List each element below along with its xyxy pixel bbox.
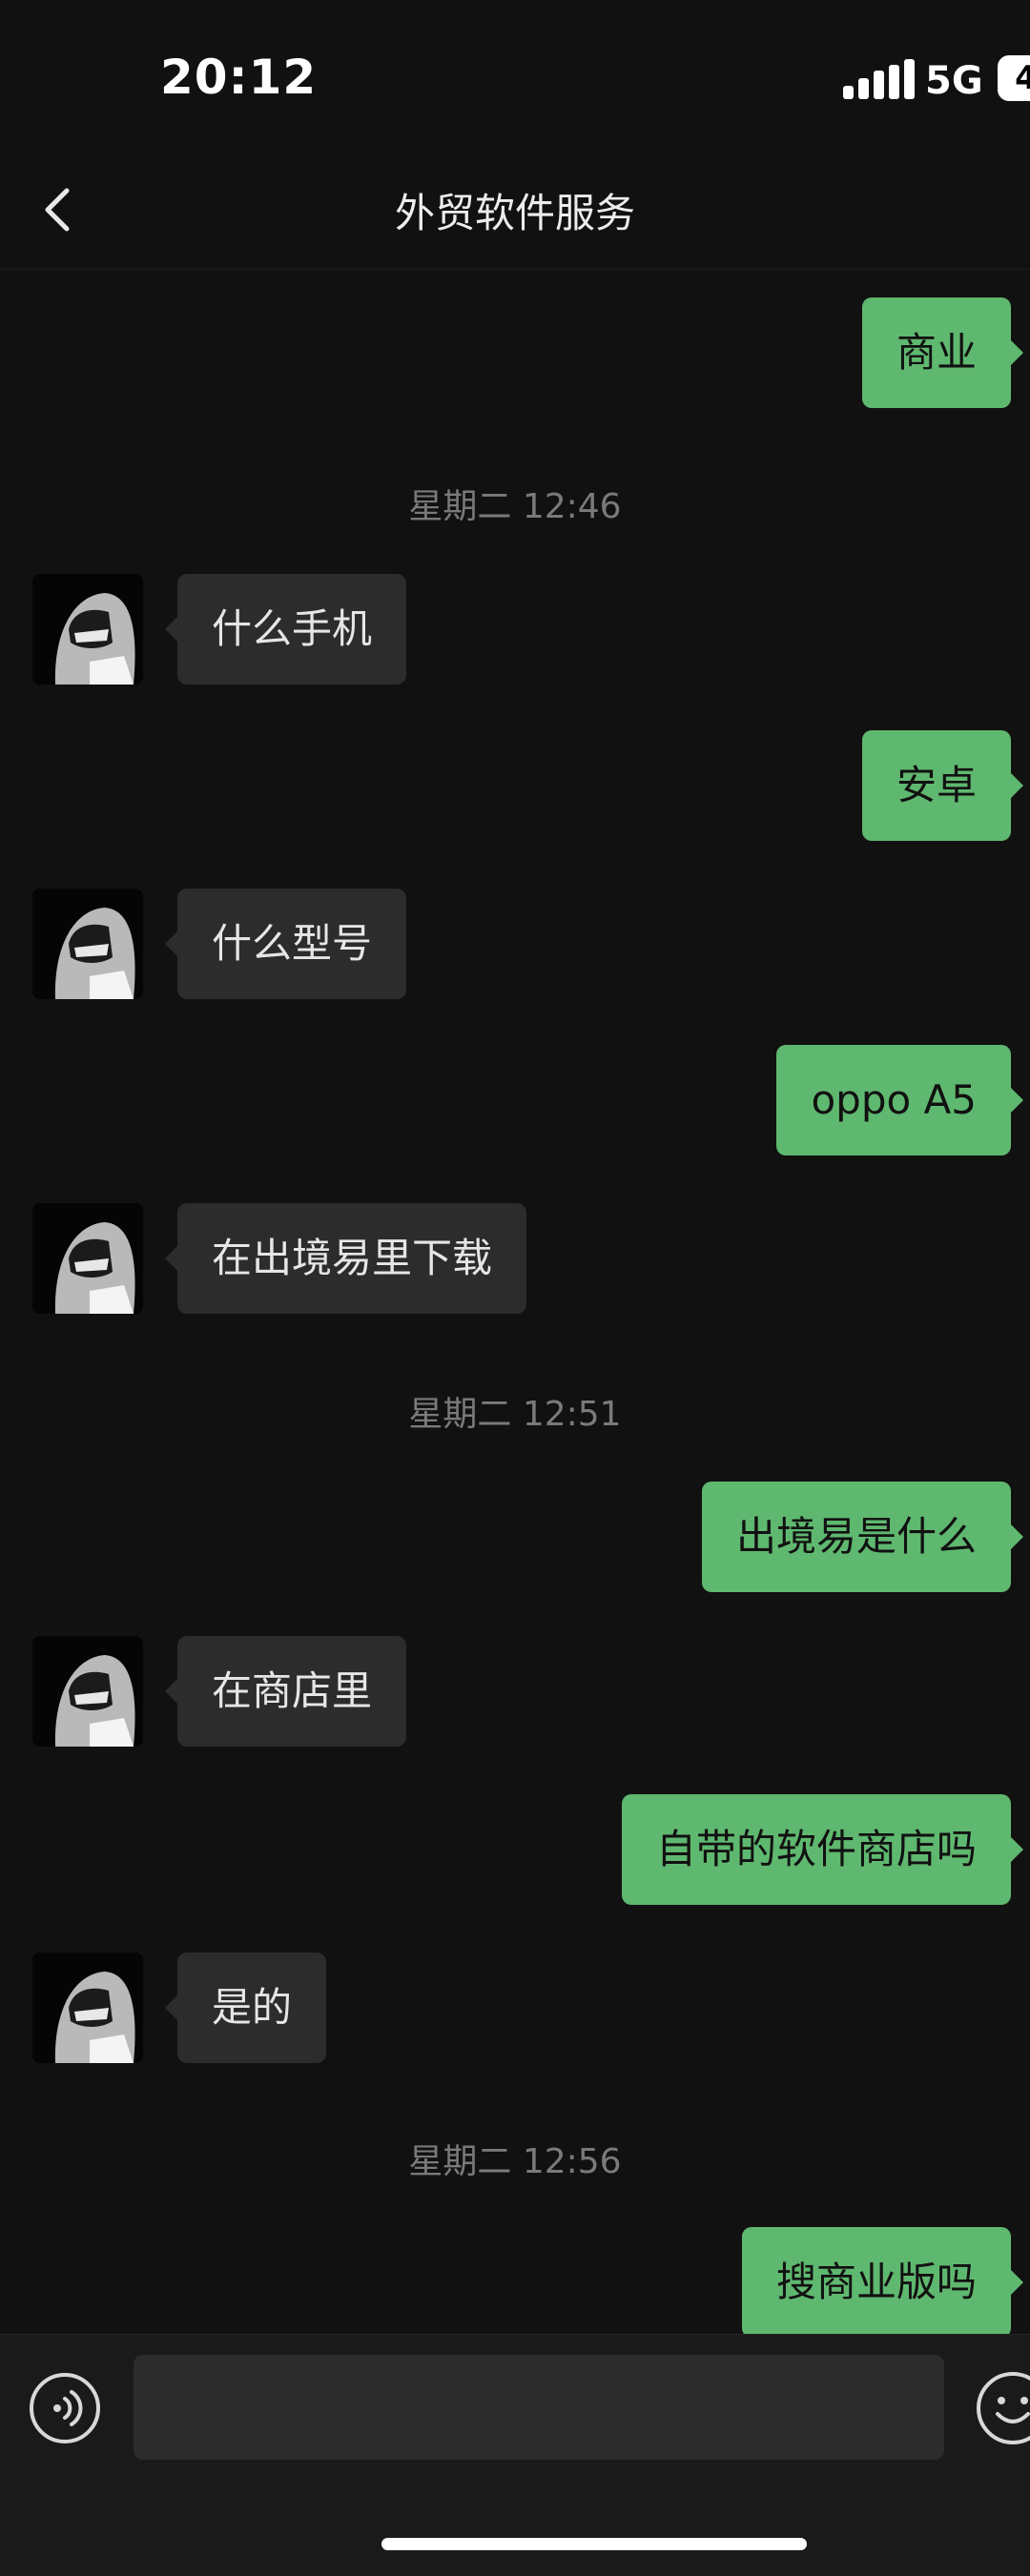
battery-icon: 4 [998, 55, 1030, 101]
emoji-button[interactable] [975, 2370, 1030, 2446]
message-bubble-in[interactable]: 什么手机 [164, 574, 407, 685]
status-bar: 20:12 5G 4 [0, 0, 1030, 153]
avatar[interactable] [32, 574, 143, 685]
avatar-image [32, 889, 143, 999]
avatar-image [32, 574, 143, 685]
message-bubble-in[interactable]: 在商店里 [164, 1636, 407, 1747]
avatar-image [32, 1952, 143, 2063]
message-input[interactable] [134, 2355, 944, 2460]
timestamp: 星期二 12:56 [408, 2142, 622, 2181]
avatar[interactable] [32, 1952, 143, 2063]
message-bubble-in[interactable]: 在出境易里下载 [164, 1203, 527, 1314]
avatar-image [32, 1203, 143, 1314]
status-time: 20:12 [160, 50, 318, 105]
message-bubble-out[interactable]: 自带的软件商店吗 [621, 1794, 1024, 1905]
avatar[interactable] [32, 1203, 143, 1314]
avatar[interactable] [32, 1636, 143, 1747]
network-type: 5G [925, 59, 983, 103]
timestamp: 星期二 12:46 [408, 487, 622, 526]
message-bubble-out[interactable]: 商业 [861, 297, 1024, 408]
avatar-image [32, 1636, 143, 1747]
message-bubble-out[interactable]: oppo A5 [776, 1045, 1023, 1155]
chat-area: 商业 星期二 12:46 什么手机 安卓 什么型号 oppo A5 在出境易里下… [0, 271, 1030, 2338]
timestamp: 星期二 12:51 [408, 1395, 622, 1434]
signal-icon [843, 59, 919, 99]
avatar[interactable] [32, 889, 143, 999]
voice-button[interactable] [29, 2372, 101, 2444]
voice-icon [30, 2373, 100, 2443]
message-bubble-in[interactable]: 是的 [164, 1952, 327, 2063]
emoji-icon [977, 2372, 1030, 2444]
home-indicator[interactable] [381, 2538, 807, 2550]
chat-title: 外贸软件服务 [394, 190, 635, 236]
message-bubble-in[interactable]: 什么型号 [164, 889, 407, 999]
message-bubble-out[interactable]: 搜商业版吗 [741, 2227, 1024, 2338]
message-bubble-out[interactable]: 安卓 [861, 730, 1024, 841]
message-bubble-out[interactable]: 出境易是什么 [701, 1482, 1024, 1592]
